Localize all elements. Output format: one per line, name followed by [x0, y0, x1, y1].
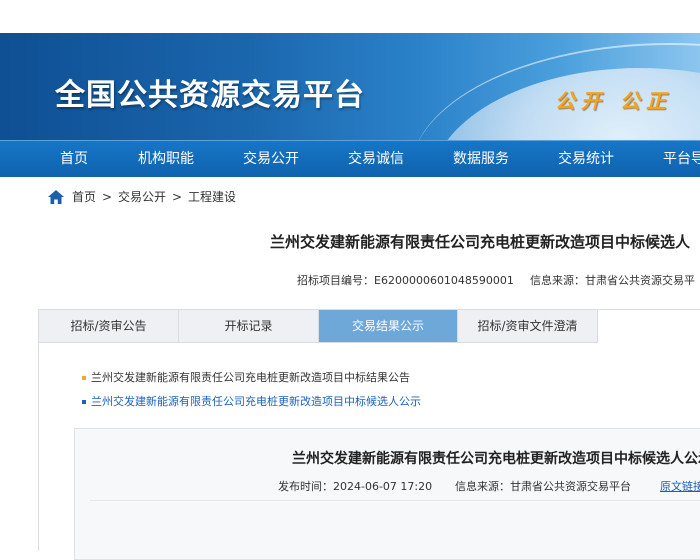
publish-time: 发布时间：2024-06-07 17:20 [278, 480, 433, 493]
bullet-icon [82, 376, 86, 380]
original-link[interactable]: 原文链接 [660, 478, 700, 494]
tab-tender-notice[interactable]: 招标/资审公告 [39, 310, 179, 343]
nav-item-home[interactable]: 首页 [60, 141, 88, 177]
page-title: 兰州交发建新能源有限责任公司充电桩更新改造项目中标候选人 [270, 233, 691, 251]
nav-item-statistics[interactable]: 交易统计 [558, 141, 614, 177]
breadcrumb-sep: > [172, 190, 183, 204]
nav-item-data-service[interactable]: 数据服务 [453, 141, 509, 177]
announcement-title: 兰州交发建新能源有限责任公司充电桩更新改造项目中标候选人公示 [292, 451, 700, 467]
announcement-source: 信息来源：甘肃省公共资源交易平台 [455, 480, 631, 493]
nav-item-trade-public[interactable]: 交易公开 [243, 141, 299, 177]
top-strip [0, 0, 700, 33]
breadcrumb-trade-public[interactable]: 交易公开 [118, 188, 166, 206]
main-nav: 首页 机构职能 交易公开 交易诚信 数据服务 交易统计 平台导 [0, 140, 700, 177]
tab-trade-result[interactable]: 交易结果公示 [319, 310, 458, 343]
list-item-active[interactable]: 兰州交发建新能源有限责任公司充电桩更新改造项目中标候选人公示 [82, 393, 421, 409]
site-title: 全国公共资源交易平台 [55, 78, 365, 113]
info-source: 信息来源：甘肃省公共资源交易平 [530, 274, 695, 287]
breadcrumb: 首页 > 交易公开 > 工程建设 [48, 188, 268, 206]
site-slogan: 公开 公正 [555, 89, 672, 113]
nav-item-integrity[interactable]: 交易诚信 [348, 141, 404, 177]
home-icon[interactable] [48, 190, 64, 204]
tab-file-clarification[interactable]: 招标/资审文件澄清 [458, 310, 598, 343]
breadcrumb-home[interactable]: 首页 [72, 188, 96, 206]
list-item-text[interactable]: 兰州交发建新能源有限责任公司充电桩更新改造项目中标候选人公示 [91, 395, 421, 408]
nav-item-agency[interactable]: 机构职能 [138, 141, 194, 177]
site-banner: 全国公共资源交易平台 公开 公正 [0, 33, 700, 140]
divider [90, 500, 700, 501]
project-number: 招标项目编号：E6200000601048590001 [297, 274, 514, 287]
tab-bid-opening[interactable]: 开标记录 [179, 310, 319, 343]
bullet-icon [82, 400, 86, 404]
nav-item-platform[interactable]: 平台导 [663, 141, 700, 177]
breadcrumb-engineering[interactable]: 工程建设 [188, 188, 236, 206]
list-item[interactable]: 兰州交发建新能源有限责任公司充电桩更新改造项目中标结果公告 [82, 369, 410, 385]
list-item-text[interactable]: 兰州交发建新能源有限责任公司充电桩更新改造项目中标结果公告 [91, 371, 410, 384]
breadcrumb-sep: > [102, 190, 113, 204]
